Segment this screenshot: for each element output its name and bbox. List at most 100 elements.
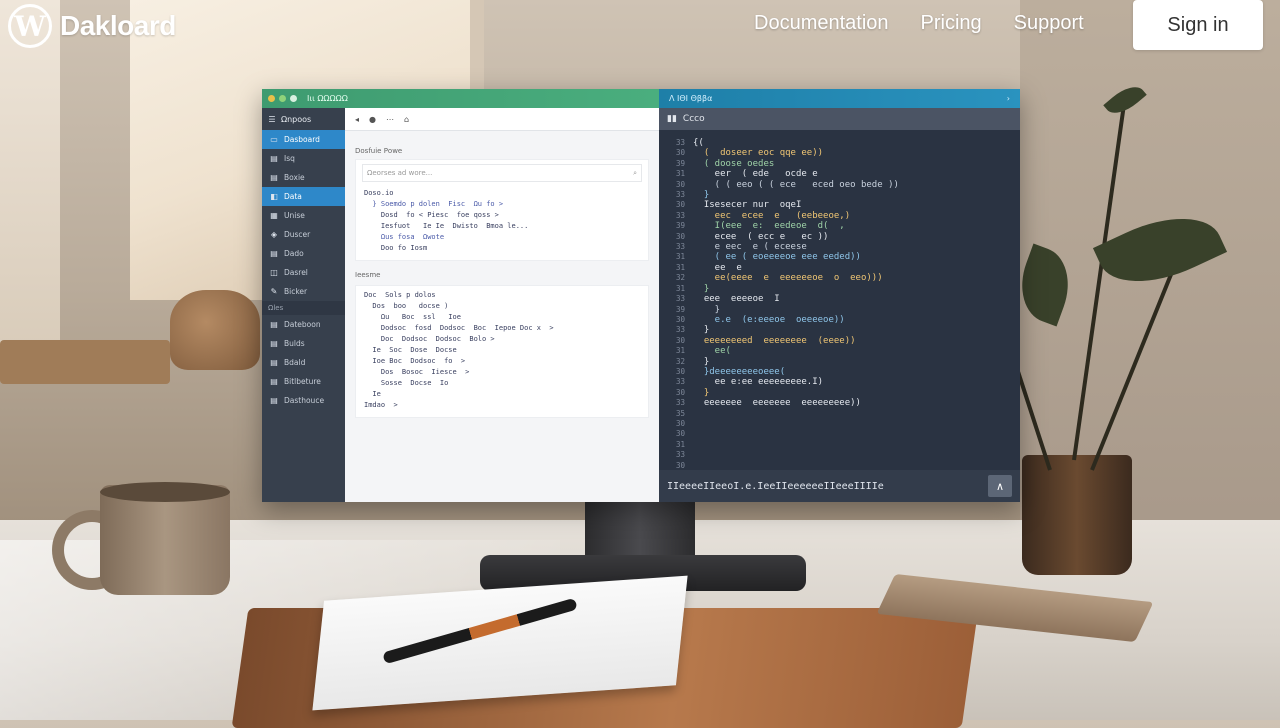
code-line: }	[693, 304, 721, 315]
dashboard-titlebar: Ιιι ΩΩΩΩΩ	[262, 89, 659, 108]
code-line: 33	[675, 190, 685, 200]
window-dot-icon[interactable]	[279, 95, 286, 102]
code-line: Ιoe Boc Dodsoc fo >	[364, 357, 466, 365]
sidebar-item[interactable]: ▤ Dasthouce	[262, 391, 345, 410]
code-editor-app: Λ ΙΘΙ Θββα › ▮▮ Ccco 33 30 39 31 30 33 30 33 39 3…	[659, 89, 1020, 502]
sidebar-item-icon: ▤	[270, 358, 278, 367]
code-line: 32	[675, 273, 685, 283]
sidebar-item-label: Boxie	[284, 173, 305, 182]
nav-support[interactable]: Support	[1014, 12, 1084, 35]
code-line: Doso.io	[364, 189, 394, 197]
file-icon: ▮▮	[667, 114, 677, 124]
sidebar-item[interactable]: ◈ Duscer	[262, 225, 345, 244]
code-line: Doc Dodsoc Dodsoc Bolo >	[364, 335, 495, 343]
code-line: ee(eeee e eeeeeeoe o eeo)))	[693, 273, 883, 284]
code-line: eee eeeeoe Ι	[693, 294, 780, 305]
sidebar-item-icon: ▤	[270, 396, 278, 405]
code-text: {( ( doseer eoc qqe ee)) ( doose oedes e…	[693, 138, 899, 409]
dashboard-main: ◂ ● ⋯ ⌂ Dosfuie Ρowe Ωeorses ad wore... …	[345, 108, 659, 502]
code-line: Ιsesecer nur oqeI	[693, 200, 802, 211]
search-placeholder: Ωeorses ad wore...	[367, 169, 433, 177]
sidebar-item[interactable]: ▤ Dado	[262, 244, 345, 263]
code-line: Doc Sols p dolos	[364, 291, 436, 299]
window-dot-icon[interactable]	[268, 95, 275, 102]
code-line: }	[693, 190, 710, 201]
sidebar-item-icon: ▦	[270, 211, 278, 220]
sidebar-item[interactable]: ◫ Dasrel	[262, 263, 345, 282]
editor-tab[interactable]: ▮▮ Ccco	[659, 108, 1020, 130]
code-line: e.e (e:eeeoe oeeeeoe))	[693, 314, 845, 325]
sidebar-item[interactable]: ▤ Dateboon	[262, 315, 345, 334]
window-dot-icon[interactable]	[290, 95, 297, 102]
code-line: Sosse Docse Ιo	[364, 379, 449, 387]
editor-titlebar: Λ ΙΘΙ Θββα ›	[659, 89, 1020, 108]
code-line: 30	[675, 179, 685, 189]
sidebar-item[interactable]: ▤ Bitlbeture	[262, 372, 345, 391]
nav-documentation[interactable]: Documentation	[754, 12, 889, 35]
code-line: Ιmdao >	[364, 401, 398, 409]
sidebar-item[interactable]: ▤ Bdald	[262, 353, 345, 372]
sidebar-item-label: Duscer	[284, 230, 311, 239]
code-line: 30	[675, 335, 685, 345]
home-icon[interactable]: ⌂	[404, 115, 409, 124]
logo-icon: W	[8, 4, 52, 48]
editor-statusbar: ΙΙeeeeΙΙeeoΙ.e.ΙeeΙΙeeeeeeΙΙeeeΙΙΙΙe ∧	[659, 470, 1020, 502]
code-line: 31	[675, 439, 685, 449]
scroll-up-button[interactable]: ∧	[988, 475, 1012, 497]
sidebar-item-label: Bdald	[284, 358, 306, 367]
record-icon[interactable]: ●	[369, 115, 376, 124]
back-icon[interactable]: ◂	[355, 115, 359, 124]
code-line: } Soemdo p dolen Fisc Ωu fo >	[364, 200, 504, 208]
background-pot	[170, 290, 260, 370]
code-line: Doo fo Ιosm	[364, 244, 428, 252]
sidebar-item-icon: ◫	[270, 268, 278, 277]
window-frame-left	[0, 0, 60, 360]
sidebar-item[interactable]: ▤ Boxie	[262, 168, 345, 187]
main-toolbar: ◂ ● ⋯ ⌂	[345, 108, 659, 131]
sidebar-item[interactable]: ◧ Data	[262, 187, 345, 206]
code-line: 33	[675, 210, 685, 220]
sidebar-item-icon: ▤	[270, 320, 278, 329]
dashboard-sidebar: ☰ Ωnpoos ▭ Dasboard ▤ Ιsq ▤ Boxie ◧ Data ▦ Unise ◈…	[262, 108, 345, 502]
sidebar-item-label: Dateboon	[284, 320, 321, 329]
nav-pricing[interactable]: Pricing	[921, 12, 982, 35]
sidebar-item-label: Dasrel	[284, 268, 308, 277]
code-line: eeeeeee eeeeeee eeeeeeeee))	[693, 398, 861, 409]
brand-logo[interactable]: W Dakloard	[8, 4, 176, 48]
code-line: 35	[675, 408, 685, 418]
sidebar-item-label: Dado	[284, 249, 304, 258]
sidebar-item[interactable]: ▭ Dasboard	[262, 130, 345, 149]
sidebar-item-label: Bitlbeture	[284, 377, 321, 386]
monitor-screen: Ιιι ΩΩΩΩΩ ☰ Ωnpoos ▭ Dasboard ▤ Ιsq ▤ Boxie ◧ D…	[262, 89, 1020, 502]
code-line: Ιe Soc Dose Docse	[364, 346, 457, 354]
code-line: ee e	[693, 262, 742, 273]
sidebar-item[interactable]: ▤ Bulds	[262, 334, 345, 353]
menu-icon[interactable]: ☰	[268, 115, 276, 124]
sidebar-item[interactable]: ▦ Unise	[262, 206, 345, 225]
code-line: 30	[675, 429, 685, 439]
code-line: 30	[675, 418, 685, 428]
code-line: 33	[675, 242, 685, 252]
more-icon[interactable]: ⋯	[386, 115, 394, 124]
code-area[interactable]: 33 30 39 31 30 33 30 33 39 30 33 31 31 32 31 33 39 30 33 30…	[659, 130, 1020, 470]
code-line: eec ecee e (eebeeoe,)	[693, 210, 851, 221]
code-line: 33	[675, 138, 685, 147]
chevron-right-icon[interactable]: ›	[1007, 94, 1010, 103]
sidebar-item-label: Data	[284, 192, 302, 201]
sidebar-item-icon: ▤	[270, 377, 278, 386]
code-line: Ωus fosa Ωwote	[364, 233, 445, 241]
sidebar-item[interactable]: ✎ Bicker	[262, 282, 345, 301]
code-line: 30	[675, 314, 685, 324]
code-line: 31	[675, 283, 685, 293]
query-card: Ωeorses ad wore... ⌕ Doso.io } Soemdo p …	[355, 159, 649, 261]
code-line: Ωu Boc ssl Ιoe	[364, 313, 461, 321]
code-line: {(	[693, 138, 704, 148]
sidebar-item[interactable]: ▤ Ιsq	[262, 149, 345, 168]
code-line: ee(	[693, 346, 731, 357]
code-line: 33	[675, 325, 685, 335]
code-line: }	[693, 356, 710, 367]
main-nav: Documentation Pricing Support	[754, 12, 1084, 35]
sign-in-button[interactable]: Sign in	[1133, 0, 1263, 50]
code-line: ( doose oedes	[693, 158, 775, 169]
search-input[interactable]: Ωeorses ad wore... ⌕	[362, 164, 642, 182]
